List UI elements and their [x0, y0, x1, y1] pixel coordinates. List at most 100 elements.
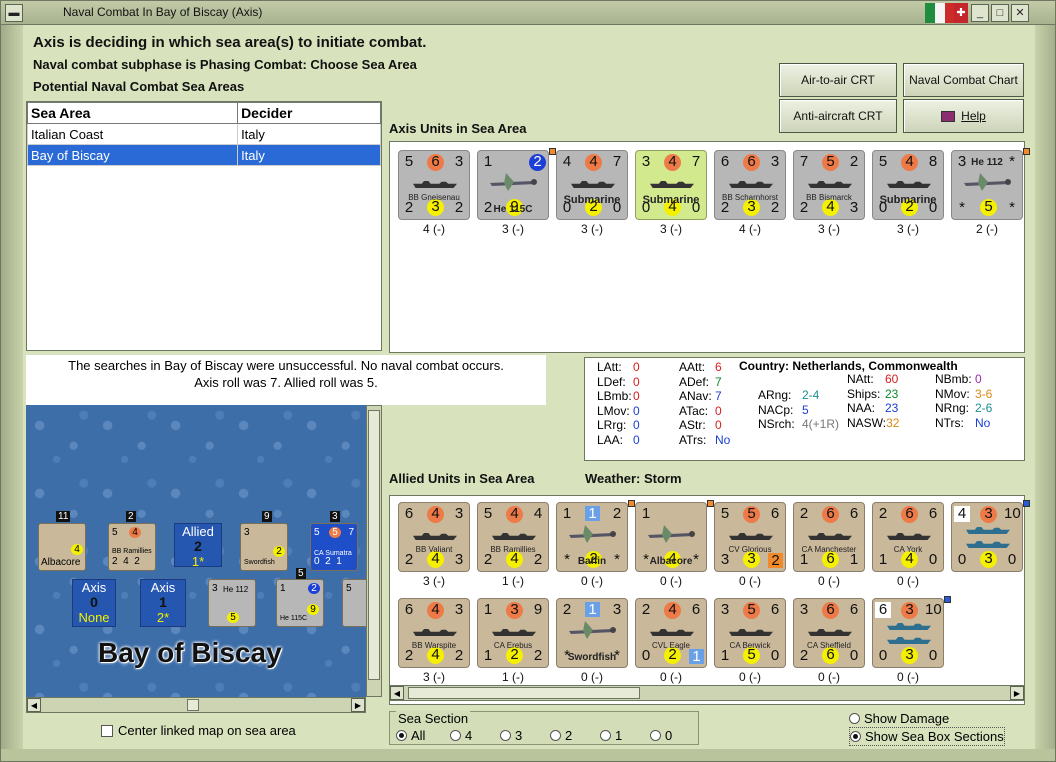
close-button[interactable]: ✕	[1011, 4, 1029, 22]
map-unit-albacore[interactable]: Albacore 4	[38, 523, 86, 571]
allied-unit-card[interactable]: 1 3 9 1 2 2 CA Erebus	[477, 598, 549, 668]
unit-factor: 5	[980, 199, 997, 216]
allied-unit-card[interactable]: 6 4 3 2 4 3 BB Valiant	[398, 502, 470, 572]
unit-name: CA Manchester	[801, 545, 857, 554]
decider-cell[interactable]: Italy	[237, 123, 381, 145]
allied-unit-card[interactable]: 2 6 6 1 4 0 CA York	[872, 502, 944, 572]
map-unit-ca-sumatra[interactable]: 5 5 7 CA Sumatra 0 2 1	[310, 523, 358, 571]
unit-factor: 3	[454, 505, 464, 522]
radio-button[interactable]	[849, 713, 860, 724]
allied-horizontal-scrollbar[interactable]: ◀ ▶	[389, 685, 1025, 701]
unit-factor: 10	[1004, 505, 1021, 522]
scroll-right-arrow[interactable]: ▶	[1010, 686, 1024, 700]
map-unit-he-115c[interactable]: 1 2 He 115C 9	[276, 579, 324, 627]
unit-factor: 0	[957, 551, 967, 568]
help-button[interactable]: Help	[903, 99, 1024, 133]
sea-area-cell[interactable]: Italian Coast	[26, 123, 239, 145]
axis-unit-card[interactable]: 7 5 2 2 4 3 BB Bismarck	[793, 150, 865, 220]
unit-factor: 3	[641, 153, 651, 170]
center-map-checkbox[interactable]: Center linked map on sea area	[101, 723, 296, 738]
axis-search-box-2[interactable]: Axis 1 2*	[140, 579, 186, 627]
scroll-right-arrow[interactable]: ▶	[351, 698, 365, 712]
system-menu-button[interactable]: ▬	[5, 4, 23, 22]
map-unit-he-112[interactable]: 3 He 112 5	[208, 579, 256, 627]
unit-factor: 2	[612, 505, 622, 522]
allied-unit-card[interactable]: 1 1 2 * 2 * Baffin	[556, 502, 628, 572]
scroll-thumb[interactable]	[187, 699, 199, 711]
axis-unit-card[interactable]: 5 6 3 2 3 2 BB Gneisenau	[398, 150, 470, 220]
maximize-button[interactable]: □	[991, 4, 1009, 22]
unit-strength: 3 (-)	[423, 574, 445, 588]
radio-button[interactable]	[600, 730, 611, 741]
naval-combat-chart-button[interactable]: Naval Combat Chart	[903, 63, 1024, 97]
allied-unit-card[interactable]: 2 6 6 1 6 1 CA Manchester	[793, 502, 865, 572]
unit-strength: 0 (-)	[897, 574, 919, 588]
radio-button[interactable]	[650, 730, 661, 741]
radio-button[interactable]	[550, 730, 561, 741]
show-damage-option[interactable]: Show Damage	[849, 711, 949, 726]
minimize-button[interactable]: _	[971, 4, 989, 22]
column-header-decider[interactable]: Decider	[237, 102, 381, 124]
anti-aircraft-crt-button[interactable]: Anti-aircraft CRT	[779, 99, 897, 133]
axis-unit-card[interactable]: 3 * * 5 * He 112	[951, 150, 1023, 220]
sea-section-option-0[interactable]: 0	[650, 728, 700, 743]
map-unit-bb-ramillies[interactable]: 5 4 BB Ramillies 2 4 2	[108, 523, 156, 571]
table-row-selected[interactable]: Bay of Biscay Italy	[26, 144, 381, 166]
allied-unit-card[interactable]: 3 6 6 2 6 0 CA Sheffield	[793, 598, 865, 668]
allied-unit-card[interactable]: 4 3 10 0 3 0	[951, 502, 1023, 572]
title-bar: ▬ Naval Combat In Bay of Biscay (Axis) ✚…	[1, 1, 1055, 25]
axis-unit-card[interactable]: 3 4 7 0 4 0 Submarine	[635, 150, 707, 220]
axis-unit-card[interactable]: 4 4 7 0 2 0 Submarine	[556, 150, 628, 220]
allied-unit-card[interactable]: 3 5 6 1 5 0 CA Berwick	[714, 598, 786, 668]
radio-button[interactable]	[500, 730, 511, 741]
axis-unit-card[interactable]: 5 4 8 0 2 0 Submarine	[872, 150, 944, 220]
unit-factor: 4	[664, 154, 681, 171]
unit-factor: 0	[849, 647, 859, 664]
show-sea-box-option[interactable]: Show Sea Box Sections	[849, 727, 1005, 746]
allied-unit-card[interactable]: 2 1 3 * * Swordfish	[556, 598, 628, 668]
axis-unit-card[interactable]: 1 2 2 9 He 115C	[477, 150, 549, 220]
warship-icon	[413, 181, 457, 188]
unit-name: He 115C	[493, 204, 533, 215]
unit-factor: 7	[799, 153, 809, 170]
allied-unit-card[interactable]: 5 4 4 2 4 2 BB Ramillies	[477, 502, 549, 572]
axis-search-box-1[interactable]: Axis 0 None	[72, 579, 116, 627]
map-vertical-scrollbar[interactable]	[366, 405, 382, 697]
unit-name: Submarine	[642, 194, 700, 206]
radio-button[interactable]	[450, 730, 461, 741]
stat-row: LAtt: 0	[597, 360, 640, 374]
allied-unit-card[interactable]: 5 5 6 3 3 2 CV Glorious	[714, 502, 786, 572]
decider-cell[interactable]: Italy	[237, 144, 381, 166]
allied-search-box[interactable]: Allied 2 1*	[174, 523, 222, 569]
scroll-left-arrow[interactable]: ◀	[390, 686, 404, 700]
sea-area-cell[interactable]: Bay of Biscay	[26, 144, 239, 166]
radio-button-selected[interactable]	[850, 731, 861, 742]
column-header-sea-area[interactable]: Sea Area	[26, 102, 239, 124]
status-marker	[707, 500, 714, 507]
allied-unit-card[interactable]: 6 4 3 2 4 2 BB Warspite	[398, 598, 470, 668]
allied-unit-card[interactable]: 2 4 6 0 2 1 CVL Eagle	[635, 598, 707, 668]
air-to-air-crt-button[interactable]: Air-to-air CRT	[779, 63, 897, 97]
message-line-1: The searches in Bay of Biscay were unsuc…	[68, 358, 504, 373]
allied-unit-card[interactable]: 1 * 4 * Albacore	[635, 502, 707, 572]
stat-row: NAA: 23	[847, 401, 898, 415]
map-unit-swordfish[interactable]: 3 Swordfish 2	[240, 523, 288, 571]
checkbox-box[interactable]	[101, 725, 113, 737]
sea-section-option-4[interactable]: 4	[450, 728, 500, 743]
allied-unit-card[interactable]: 6 3 10 0 3 0	[872, 598, 944, 668]
scroll-thumb[interactable]	[408, 687, 640, 699]
scroll-left-arrow[interactable]: ◀	[27, 698, 41, 712]
radio-button[interactable]	[396, 730, 407, 741]
aircraft-icon	[646, 521, 696, 547]
sea-section-option-all[interactable]: All	[396, 728, 450, 743]
sea-section-option-2[interactable]: 2	[550, 728, 600, 743]
sea-section-option-1[interactable]: 1	[600, 728, 650, 743]
map-unit-partial[interactable]: 5	[342, 579, 366, 627]
center-map-label: Center linked map on sea area	[118, 723, 296, 738]
sea-section-option-3[interactable]: 3	[500, 728, 550, 743]
scroll-thumb[interactable]	[368, 410, 380, 680]
sea-area-map[interactable]: 11 Albacore 4 2 5 4 BB Ramillies 2 4 2 A…	[26, 405, 366, 697]
axis-unit-card[interactable]: 6 6 3 2 3 2 BB Scharnhorst	[714, 150, 786, 220]
table-row[interactable]: Italian Coast Italy	[26, 123, 381, 145]
map-horizontal-scrollbar[interactable]: ◀ ▶	[26, 697, 366, 713]
